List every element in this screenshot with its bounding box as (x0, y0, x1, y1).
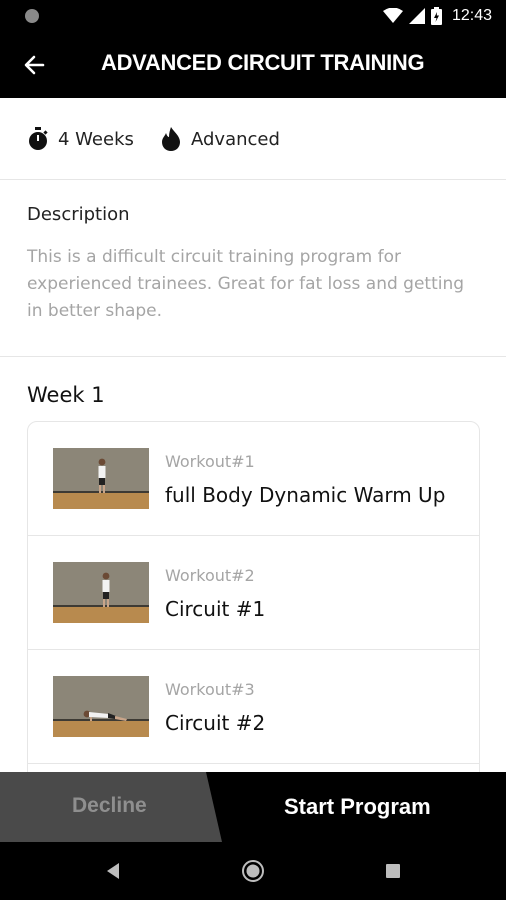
workout-item[interactable]: Workout#1 full Body Dynamic Warm Up (28, 422, 479, 536)
status-icons: 12:43 (382, 6, 492, 26)
status-time: 12:43 (451, 7, 492, 24)
level-label: Advanced (191, 128, 280, 150)
back-arrow-icon[interactable] (22, 52, 48, 78)
workout-number: Workout#1 (165, 452, 255, 471)
duration-meta: 4 Weeks (27, 127, 134, 151)
workout-thumbnail (53, 448, 149, 509)
app-bar: ADVANCED CIRCUIT TRAINING (0, 32, 506, 98)
week-title: Week 1 (27, 383, 105, 407)
description-text: This is a difficult circuit training pro… (27, 247, 465, 321)
action-bar: Decline Start Program (0, 772, 506, 842)
stopwatch-icon (29, 127, 48, 150)
workout-number: Workout#2 (165, 566, 255, 585)
status-bar: 12:43 (0, 0, 506, 32)
nav-home-icon[interactable] (241, 859, 265, 883)
signal-icon (408, 8, 425, 24)
workout-name: Circuit #2 (165, 711, 266, 735)
workout-name: full Body Dynamic Warm Up (165, 483, 446, 507)
decline-label: Decline (72, 794, 147, 817)
workout-name: Circuit #1 (165, 597, 266, 621)
decline-button[interactable]: Decline (0, 772, 222, 842)
page-title: ADVANCED CIRCUIT TRAINING (101, 50, 425, 75)
workout-item[interactable]: Workout#2 Circuit #1 (28, 536, 479, 650)
wifi-icon (382, 8, 403, 23)
nav-recents-icon[interactable] (385, 863, 401, 879)
battery-icon (430, 7, 442, 25)
system-nav-bar (0, 842, 506, 900)
workout-thumbnail (53, 562, 149, 623)
flame-icon (162, 127, 180, 151)
notification-dot-icon (25, 9, 39, 23)
description-title: Description (27, 204, 130, 225)
program-meta: 4 Weeks Advanced (0, 98, 506, 180)
duration-label: 4 Weeks (58, 128, 134, 150)
workout-list: Workout#1 full Body Dynamic Warm Up Work… (27, 421, 480, 803)
description-section: Description This is a difficult circuit … (0, 180, 506, 357)
workout-item[interactable]: Workout#3 Circuit #2 (28, 650, 479, 764)
workout-thumbnail (53, 676, 149, 737)
level-meta: Advanced (160, 127, 280, 151)
workout-number: Workout#3 (165, 680, 255, 699)
nav-back-icon[interactable] (105, 862, 121, 880)
start-program-label: Start Program (284, 794, 431, 819)
